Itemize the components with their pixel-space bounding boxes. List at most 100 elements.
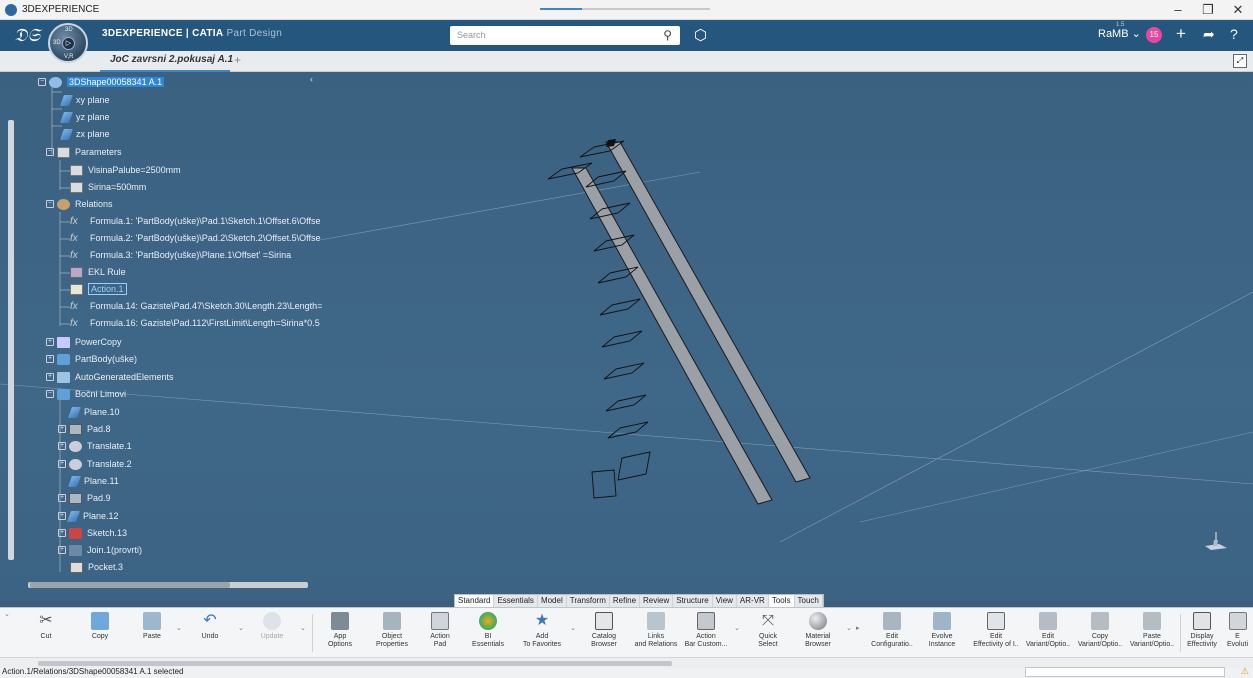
axis-compass-icon[interactable]	[1201, 530, 1231, 550]
add-tab-button[interactable]: +	[234, 53, 241, 67]
tree-item-ekl-rule[interactable]: EKL Rule	[70, 264, 126, 280]
copy-variant-button[interactable]: Copy Variant/Optio..	[1070, 610, 1130, 649]
add-to-favorites-button[interactable]: ★ Add To Favorites	[512, 610, 572, 649]
command-input[interactable]	[1025, 667, 1225, 677]
tree-item-formula-1[interactable]: fx Formula.1: 'PartBody(uške)\Pad.1\Sketc…	[70, 213, 321, 229]
brand-name: 3DEXPERIENCE | CATIA	[102, 28, 224, 39]
tree-item-translate-1[interactable]: + Translate.1	[58, 438, 132, 454]
evolution-button[interactable]: E Evoluti	[1222, 610, 1253, 649]
ribbon-tab-model[interactable]: Model	[538, 595, 567, 607]
tree-item-relations[interactable]: − Relations	[46, 196, 113, 212]
specification-tree[interactable]: −3DShape00058341 A.1 xy plane yz plane z…	[0, 72, 322, 592]
ribbon-tab-view[interactable]: View	[713, 595, 737, 607]
material-browser-button[interactable]: Material Browser	[788, 610, 848, 649]
catalog-browser-button[interactable]: Catalog Browser	[574, 610, 634, 649]
more-arrow-icon[interactable]: ▸	[856, 624, 860, 632]
tab-document[interactable]: JoC zavrsni 2.pokusaj A.1	[110, 54, 233, 65]
quick-select-icon: ⤧	[761, 612, 774, 629]
ribbon-tab-standard[interactable]: Standard	[455, 595, 495, 607]
tree-item-zx-plane[interactable]: zx plane	[59, 126, 110, 142]
tag-icon[interactable]: ⬡	[694, 26, 707, 44]
update-button[interactable]: Update	[242, 610, 302, 641]
tree-item-formula-2[interactable]: fx Formula.2: 'PartBody(uške)\Pad.2\Sketc…	[70, 230, 321, 246]
evolve-instance-button[interactable]: Evolve Instance	[912, 610, 972, 649]
search-input[interactable]: Search ⚲	[450, 26, 680, 45]
tree-item-plane-10[interactable]: Plane.10	[67, 404, 120, 420]
tree-item-parameters[interactable]: − Parameters	[46, 144, 122, 160]
compass-bottom-label: V,R	[64, 54, 74, 60]
maximize-viewport-icon[interactable]: ⤢	[1233, 54, 1247, 68]
ribbon-tab-tools[interactable]: Tools	[768, 595, 795, 607]
cut-button[interactable]: ✂ Cut	[16, 610, 76, 641]
tree-item-autogenerated[interactable]: + AutoGeneratedElements	[46, 369, 174, 385]
tree-item-formula-14[interactable]: fx Formula.14: Gaziste\Pad.47\Sketch.30\L…	[70, 298, 322, 314]
ds-logo-icon[interactable]: 𝔇𝔖	[14, 25, 44, 46]
compass-top-label: 3D	[65, 27, 73, 33]
copy-button[interactable]: Copy	[70, 610, 130, 641]
warning-icon[interactable]: ⚠	[1241, 666, 1249, 677]
tree-item-action-1[interactable]: Action.1	[70, 281, 127, 297]
play-icon[interactable]: ▷	[62, 37, 75, 50]
tree-item-label: zx plane	[76, 129, 110, 139]
tree-item-label: Sketch.13	[87, 528, 128, 538]
tree-item-pad-9[interactable]: + Pad.9	[58, 490, 111, 506]
search-icon[interactable]: ⚲	[663, 28, 672, 42]
help-icon[interactable]: ?	[1230, 26, 1238, 42]
notifications-badge[interactable]: 15	[1146, 27, 1162, 43]
tree-item-param-visina[interactable]: VisinaPalube=2500mm	[70, 162, 181, 178]
tree-item-label: Pocket.3	[88, 562, 124, 572]
ribbon-tab-review[interactable]: Review	[640, 595, 674, 607]
tree-item-label: Plane.10	[84, 407, 120, 417]
bi-essentials-button[interactable]: BI Essentials	[458, 610, 518, 649]
tree-item-pocket-3[interactable]: Pocket.3	[70, 559, 123, 575]
tree-item-yz-plane[interactable]: yz plane	[59, 109, 110, 125]
share-icon[interactable]: ➦	[1203, 26, 1215, 43]
app-options-button[interactable]: App Options	[310, 610, 370, 649]
tree-item-powercopy[interactable]: + PowerCopy	[46, 334, 122, 350]
ribbon-tab-essentials[interactable]: Essentials	[494, 595, 538, 607]
ribbon-collapse-icon[interactable]: ⌄	[4, 610, 10, 618]
tree-root[interactable]: −3DShape00058341 A.1	[38, 74, 165, 90]
collapse-tree-icon[interactable]: ‹	[310, 74, 313, 84]
tree-item-bocni-limovi[interactable]: − Bočni Limovi	[46, 386, 126, 402]
status-bar: Action.1/Relations/3DShape00058341 A.1 s…	[0, 666, 1253, 678]
3d-viewport[interactable]: −3DShape00058341 A.1 xy plane yz plane z…	[0, 72, 1253, 600]
plus-icon[interactable]: +	[1176, 24, 1186, 44]
minimize-button[interactable]: –	[1163, 0, 1193, 20]
update-dropdown-icon[interactable]: ⌄	[300, 624, 306, 632]
tree-item-pad-8[interactable]: + Pad.8	[58, 421, 111, 437]
ribbon-tab-touch[interactable]: Touch	[795, 595, 823, 607]
tree-item-sketch-13[interactable]: + Sketch.13	[58, 525, 127, 541]
taskbar-strip	[540, 3, 710, 15]
tree-item-label: Plane.12	[83, 511, 119, 521]
tree-item-join-1[interactable]: + Join.1(provrti)	[58, 542, 142, 558]
restore-button[interactable]: ❐	[1193, 0, 1223, 20]
paste-button[interactable]: Paste	[122, 610, 182, 641]
tree-item-formula-3[interactable]: fx Formula.3: 'PartBody(uške)\Plane.1\Off…	[70, 247, 291, 263]
action-bar: ⌄ ✂ Cut Copy Paste ⌄ ↶ Undo ⌄ Update ⌄ App…	[0, 607, 1253, 657]
brand-title: 3DEXPERIENCE | CATIA Part Design	[102, 28, 282, 39]
tree-item-param-sirina[interactable]: Sirina=500mm	[70, 179, 146, 195]
tree-item-plane-12[interactable]: + Plane.12	[58, 508, 119, 524]
ribbon-tab-refine[interactable]: Refine	[610, 595, 641, 607]
ribbon-tab-structure[interactable]: Structure	[673, 595, 713, 607]
user-menu[interactable]: 1.5 RaMB ⌄	[1098, 22, 1141, 40]
tree-item-plane-11[interactable]: Plane.11	[67, 473, 119, 489]
compass-icon[interactable]: 3D 3D ▷ V,R	[48, 23, 88, 63]
edit-effectivity-button[interactable]: Edit Effectivity of I..	[966, 610, 1026, 649]
tree-horizontal-scrollbar[interactable]	[28, 582, 308, 588]
user-name: RaMB	[1098, 28, 1129, 40]
action-bar-customization-button[interactable]: Action Bar Custom...	[676, 610, 736, 649]
undo-button[interactable]: ↶ Undo	[180, 610, 240, 641]
material-dropdown-icon[interactable]: ⌄	[846, 624, 852, 632]
tree-item-partbody[interactable]: + PartBody(uške)	[46, 351, 137, 367]
tree-item-formula-16[interactable]: fx Formula.16: Gaziste\Pad.112\FirstLimit…	[70, 315, 320, 331]
tree-item-translate-2[interactable]: + Translate.2	[58, 456, 132, 472]
tree-item-label: Formula.2: 'PartBody(uške)\Pad.2\Sketch.…	[90, 233, 321, 243]
tree-vertical-scrollbar[interactable]	[8, 120, 14, 560]
close-button[interactable]: ✕	[1223, 0, 1253, 20]
tree-item-xy-plane[interactable]: xy plane	[59, 92, 110, 108]
edit-variant-button[interactable]: Edit Variant/Optio..	[1018, 610, 1078, 649]
ribbon-tab-ar-vr[interactable]: AR-VR	[737, 595, 769, 607]
ribbon-tab-transform[interactable]: Transform	[567, 595, 610, 607]
